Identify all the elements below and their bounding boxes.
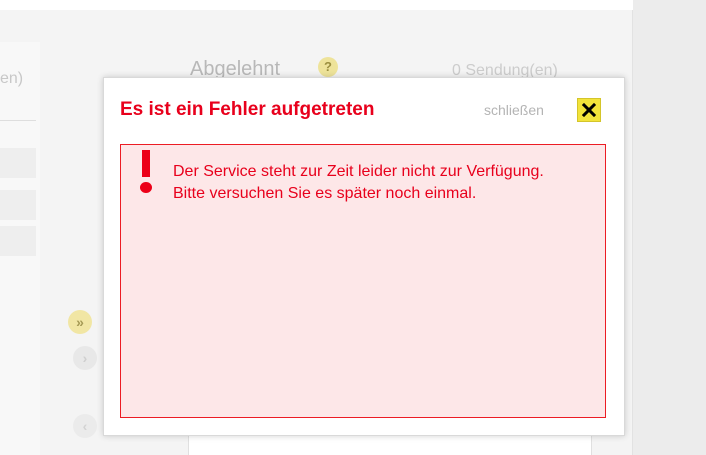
right-gutter	[633, 0, 706, 455]
close-button[interactable]	[577, 98, 601, 122]
list-row	[0, 148, 36, 178]
list-row	[0, 226, 36, 256]
error-message: Der Service steht zur Zeit leider nicht …	[173, 163, 544, 202]
error-message-box: Der Service steht zur Zeit leider nicht …	[120, 144, 606, 418]
error-dialog: Es ist ein Fehler aufgetreten schließen …	[103, 77, 625, 436]
dialog-title: Es ist ein Fehler aufgetreten	[120, 99, 375, 120]
close-link[interactable]: schließen	[484, 102, 544, 118]
list-row	[0, 190, 36, 220]
left-column-label: en)	[0, 70, 24, 87]
move-all-right-icon[interactable]: »	[68, 310, 92, 334]
help-icon[interactable]: ?	[318, 57, 338, 77]
move-left-icon[interactable]: ‹	[73, 414, 97, 438]
divider	[0, 120, 36, 121]
list-column	[188, 436, 592, 455]
move-right-icon[interactable]: ›	[73, 346, 97, 370]
close-x-icon	[582, 103, 596, 117]
